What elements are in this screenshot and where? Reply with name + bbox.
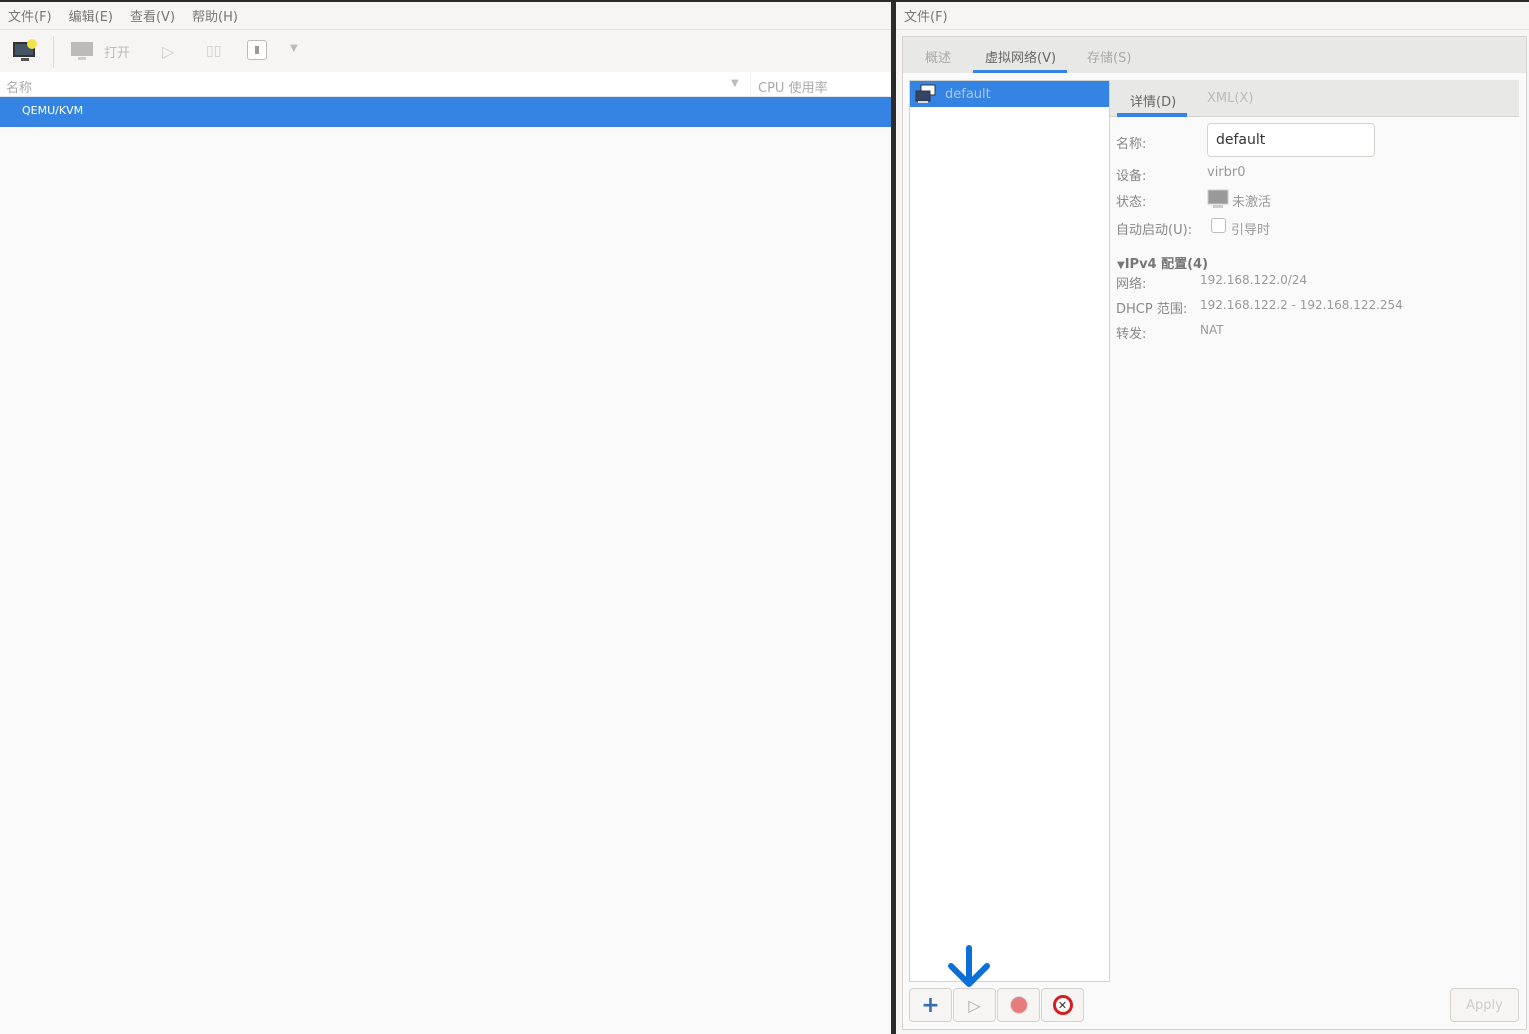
toolbar: 打开 ▷ ▯▯ ▼ bbox=[0, 30, 891, 72]
column-cpu[interactable]: CPU 使用率 bbox=[758, 77, 828, 96]
connection-row[interactable]: QEMU/KVM bbox=[0, 97, 891, 127]
network-icon bbox=[915, 84, 936, 103]
state-value: 未激活 bbox=[1232, 195, 1272, 210]
menu-help[interactable]: 帮助(H) bbox=[192, 6, 238, 25]
network-list-item[interactable]: default bbox=[910, 81, 1109, 107]
column-name[interactable]: 名称 bbox=[6, 77, 32, 96]
power-icon bbox=[255, 46, 259, 54]
shutdown-menu-icon[interactable]: ▼ bbox=[290, 43, 298, 54]
expander-arrow-icon: ▼ bbox=[1117, 260, 1125, 271]
shutdown-button[interactable] bbox=[247, 40, 267, 60]
menu-file[interactable]: 文件(F) bbox=[8, 6, 52, 25]
detail-tabs: 详情(D) XML(X) bbox=[1110, 80, 1519, 117]
tab-details[interactable]: 详情(D) bbox=[1130, 91, 1176, 110]
name-input[interactable] bbox=[1207, 123, 1375, 157]
sort-arrow-icon[interactable]: ▼ bbox=[731, 78, 739, 89]
manager-window: 文件(F) 编辑(E) 查看(V) 帮助(H) 打开 ▷ ▯▯ ▼ 名称 ▼ C… bbox=[0, 2, 891, 1034]
delete-network-button[interactable]: ✕ bbox=[1041, 988, 1084, 1022]
delete-icon: ✕ bbox=[1052, 995, 1073, 1015]
new-vm-button[interactable] bbox=[12, 39, 38, 63]
tab-xml[interactable]: XML(X) bbox=[1207, 91, 1253, 106]
inactive-monitor-icon bbox=[1207, 189, 1229, 208]
dhcp-label: DHCP 范围: bbox=[1116, 302, 1188, 317]
start-network-button[interactable]: ▷ bbox=[953, 988, 996, 1022]
network-list[interactable]: default bbox=[909, 80, 1110, 982]
network-value: 192.168.122.0/24 bbox=[1200, 273, 1308, 287]
network-name: default bbox=[945, 86, 991, 102]
device-label: 设备: bbox=[1116, 169, 1147, 184]
apply-button[interactable]: Apply bbox=[1450, 988, 1519, 1022]
play-icon: ▷ bbox=[968, 995, 981, 1015]
network-label: 网络: bbox=[1116, 277, 1147, 292]
stop-network-button[interactable] bbox=[997, 988, 1040, 1022]
menu-view[interactable]: 查看(V) bbox=[130, 6, 175, 25]
open-button[interactable]: 打开 bbox=[70, 40, 130, 62]
menubar: 文件(F) 编辑(E) 查看(V) 帮助(H) bbox=[0, 2, 891, 30]
stop-icon bbox=[1009, 996, 1028, 1014]
device-value: virbr0 bbox=[1207, 165, 1246, 180]
ipv4-header: IPv4 配置(4) bbox=[1124, 257, 1209, 272]
autostart-checkbox[interactable] bbox=[1211, 218, 1226, 233]
active-detail-tab-indicator bbox=[1117, 113, 1187, 117]
connection-name: QEMU/KVM bbox=[22, 104, 84, 117]
column-divider bbox=[750, 72, 751, 97]
state-label: 状态: bbox=[1116, 195, 1147, 210]
autostart-label: 自动启动(U): bbox=[1116, 223, 1193, 238]
menu-file[interactable]: 文件(F) bbox=[904, 6, 948, 25]
apply-label: Apply bbox=[1466, 997, 1503, 1013]
new-vm-icon bbox=[13, 39, 37, 61]
toolbar-separator bbox=[53, 36, 54, 68]
autostart-option: 引导时 bbox=[1231, 223, 1271, 238]
open-label: 打开 bbox=[104, 45, 131, 61]
ipv4-expander[interactable]: ▼IPv4 配置(4) bbox=[1117, 253, 1208, 272]
plus-icon: + bbox=[921, 992, 940, 1018]
tab-overview[interactable]: 概述 bbox=[925, 47, 951, 66]
run-button[interactable]: ▷ bbox=[162, 42, 174, 61]
name-label: 名称: bbox=[1116, 137, 1147, 152]
add-network-button[interactable]: + bbox=[909, 988, 952, 1022]
main-tabs: 概述 虚拟网络(V) 存储(S) bbox=[902, 36, 1527, 74]
forward-label: 转发: bbox=[1116, 327, 1147, 342]
tab-storage[interactable]: 存储(S) bbox=[1087, 47, 1131, 66]
pause-button[interactable]: ▯▯ bbox=[206, 43, 221, 59]
forward-value: NAT bbox=[1200, 323, 1224, 337]
monitor-icon bbox=[71, 42, 93, 60]
dhcp-value: 192.168.122.2 - 192.168.122.254 bbox=[1200, 298, 1403, 312]
column-header: 名称 ▼ CPU 使用率 bbox=[0, 72, 891, 97]
menubar: 文件(F) bbox=[896, 2, 1529, 30]
annotation-arrow-icon bbox=[948, 945, 990, 987]
tab-virtual-networks[interactable]: 虚拟网络(V) bbox=[985, 47, 1056, 66]
menu-edit[interactable]: 编辑(E) bbox=[69, 6, 113, 25]
